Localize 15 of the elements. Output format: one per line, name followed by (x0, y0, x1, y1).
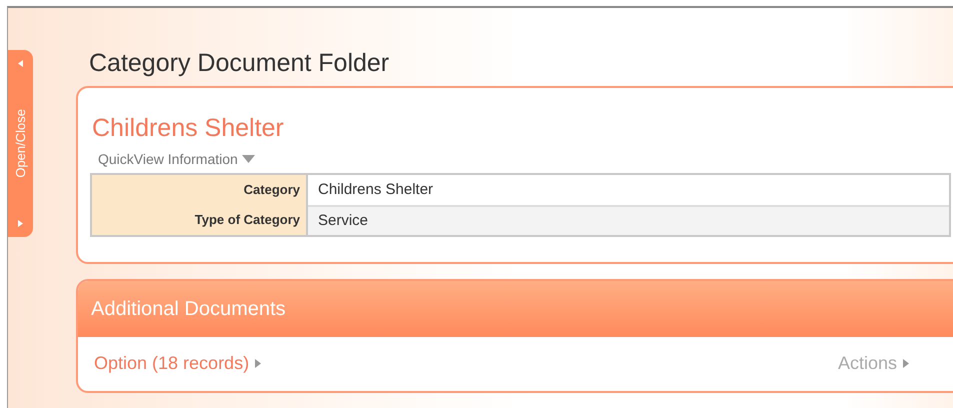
page-title: Category Document Folder (89, 49, 390, 77)
quickview-toggle[interactable]: QuickView Information (98, 151, 255, 167)
caret-down-icon (242, 155, 255, 163)
field-value: Service (308, 205, 949, 235)
caret-left-icon (18, 60, 24, 67)
caret-right-icon (18, 220, 24, 227)
caret-right-icon (903, 359, 909, 368)
field-label: Type of Category (92, 205, 308, 235)
caret-right-icon (255, 359, 262, 368)
option-link[interactable]: Option (18 records) (94, 353, 262, 374)
open-close-tab[interactable]: Open/Close (8, 50, 33, 237)
record-title: Childrens Shelter (92, 113, 285, 144)
actions-link[interactable]: Actions (838, 353, 909, 374)
panel-title: Additional Documents (91, 298, 286, 320)
field-label: Category (92, 175, 308, 205)
